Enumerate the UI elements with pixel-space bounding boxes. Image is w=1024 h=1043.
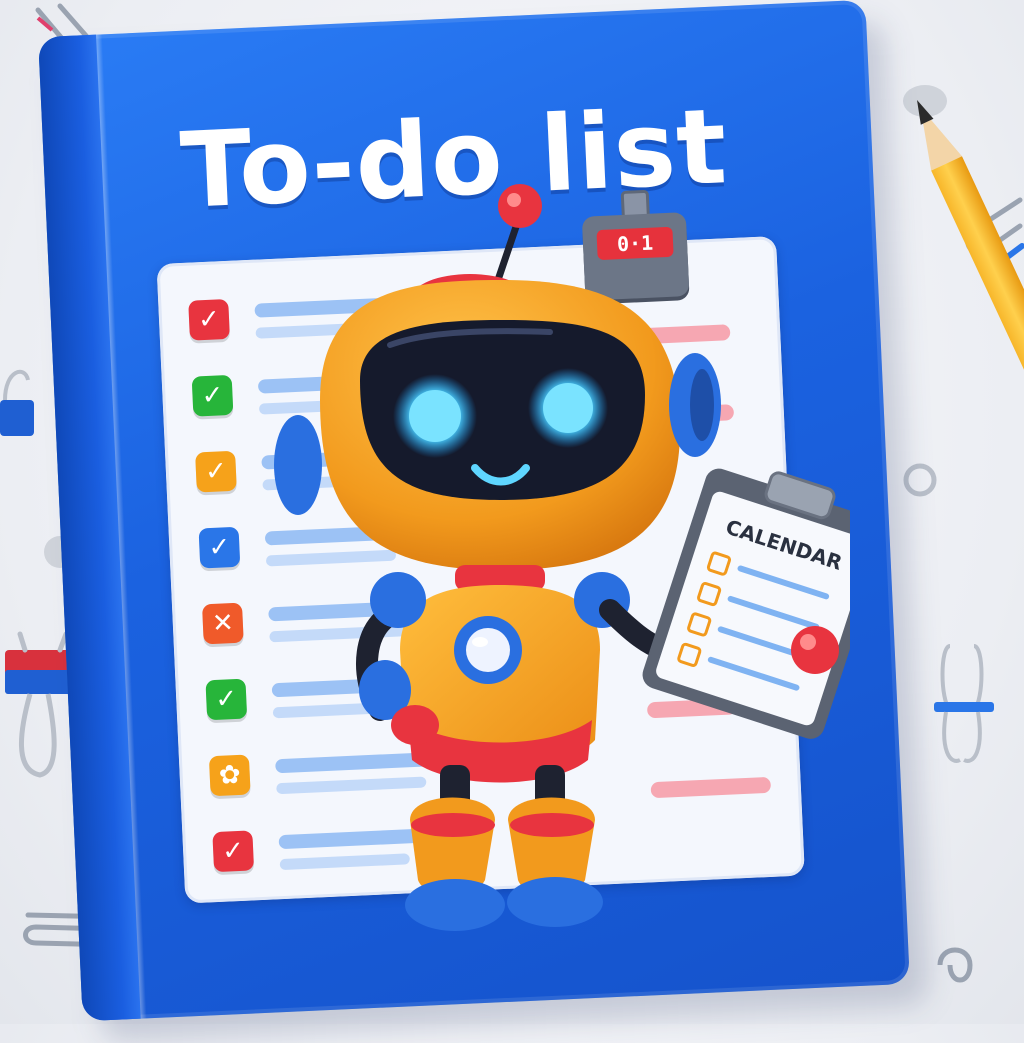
pending-box-icon: ✿ bbox=[208, 754, 251, 797]
binder-clip-icon bbox=[0, 369, 34, 436]
checkbox-checked-icon: ✓ bbox=[205, 678, 248, 721]
binder-clip-icon bbox=[934, 644, 994, 763]
checkbox-checked-icon: ✓ bbox=[191, 374, 234, 417]
checkbox-checked-icon: ✓ bbox=[195, 450, 237, 493]
paperclip-icon bbox=[937, 947, 973, 983]
robot-mascot-icon: CALENDAR bbox=[274, 184, 850, 931]
checkbox-checked-icon: ✓ bbox=[198, 526, 241, 569]
checkbox-checked-icon: ✓ bbox=[188, 298, 230, 341]
cross-box-icon: ✕ bbox=[201, 602, 244, 645]
checkbox-checked-icon: ✓ bbox=[212, 830, 255, 873]
pencil-icon bbox=[902, 93, 1024, 615]
illustration-scene: To-do list ✓ ✓ ✓ ✓ ✕ ✓ ✿ ✓ 0·1 CALENDAR bbox=[0, 0, 1024, 1043]
